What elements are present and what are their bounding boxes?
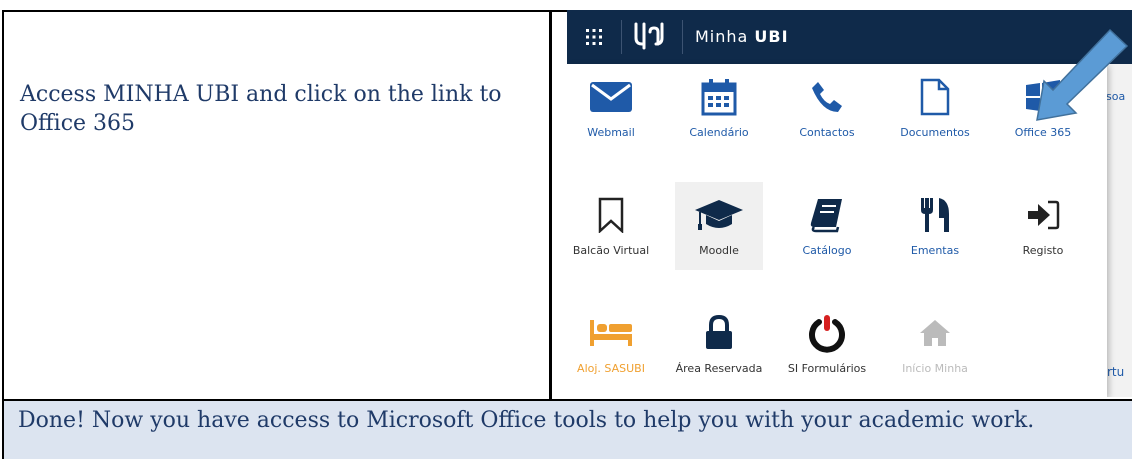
instruction-text: Access MINHA UBI and click on the link t… (20, 82, 502, 136)
conclusion-text: Done! Now you have access to Microsoft O… (18, 408, 1035, 433)
instruction-cell (2, 10, 549, 401)
minha-ubi-screenshot: Minha UBI soa rtu Webmail Calendário Con… (567, 10, 1132, 397)
pointer-arrow-icon (1036, 28, 1129, 121)
